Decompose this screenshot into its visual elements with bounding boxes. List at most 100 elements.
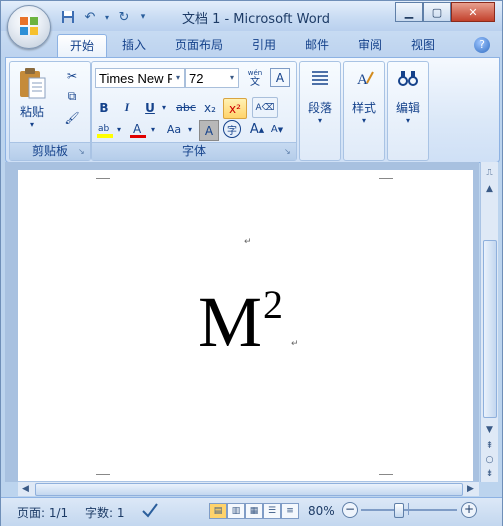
- font-name-dropdown-icon[interactable]: ▾: [172, 69, 184, 87]
- document-text[interactable]: M: [198, 286, 262, 358]
- editing-dropdown-icon: ▾: [405, 116, 410, 125]
- styles-group[interactable]: A 样式 ▾: [343, 61, 385, 161]
- clipboard-launcher-icon[interactable]: ↘: [78, 147, 88, 157]
- paragraph-icon: [312, 71, 328, 85]
- tab-mailings[interactable]: 邮件: [305, 36, 329, 53]
- draft-icon[interactable]: ≡: [281, 503, 299, 519]
- next-page-icon[interactable]: ⇟: [482, 467, 497, 481]
- zoom-slider[interactable]: [361, 509, 457, 511]
- superscript-button[interactable]: x²: [223, 98, 247, 119]
- tab-home[interactable]: 开始: [57, 34, 107, 58]
- word-count[interactable]: 字数: 1: [85, 504, 125, 521]
- status-bar: 页面: 1/1 字数: 1 ▤ ▥ ▦ ☰ ≡ 80% − +: [1, 497, 502, 526]
- margin-mark: [379, 170, 393, 179]
- undo-dropdown-icon[interactable]: ▾: [103, 8, 111, 26]
- paste-button[interactable]: 粘贴 ▾: [14, 64, 50, 136]
- paragraph-button[interactable]: 段落 ▾: [300, 68, 340, 125]
- styles-button[interactable]: A 样式 ▾: [344, 68, 384, 125]
- scroll-right-icon[interactable]: ▶: [463, 482, 478, 496]
- styles-dropdown-icon: ▾: [361, 116, 366, 125]
- horizontal-scrollbar[interactable]: ◀ ▶: [18, 481, 479, 496]
- editing-button[interactable]: 编辑 ▾: [388, 68, 428, 125]
- full-screen-reading-icon[interactable]: ▥: [227, 503, 245, 519]
- grow-font-button[interactable]: A ▲: [248, 120, 266, 139]
- undo-icon[interactable]: ↶: [81, 8, 99, 26]
- save-icon[interactable]: [59, 8, 77, 26]
- horizontal-scroll-thumb[interactable]: [35, 483, 463, 496]
- page-indicator[interactable]: 页面: 1/1: [17, 504, 68, 521]
- window-title: 文档 1 - Microsoft Word: [181, 12, 331, 27]
- tab-references[interactable]: 引用: [252, 36, 276, 53]
- window-controls: ▁ ▢ ✕: [395, 2, 495, 22]
- font-size-combo[interactable]: 72 ▾: [185, 68, 239, 88]
- character-shading-button[interactable]: A: [199, 120, 219, 141]
- zoom-in-icon[interactable]: +: [461, 502, 477, 518]
- proofing-icon[interactable]: [141, 501, 159, 522]
- scroll-left-icon[interactable]: ◀: [18, 482, 33, 496]
- tab-insert[interactable]: 插入: [122, 36, 146, 53]
- enclose-characters-button[interactable]: 字: [223, 120, 241, 138]
- zoom-slider-thumb[interactable]: [394, 503, 404, 518]
- word-window: ↶ ▾ ↻ ▾ 文档 1 - Microsoft Word ▁ ▢ ✕ 开始 插…: [0, 0, 503, 526]
- styles-label: 样式: [351, 101, 376, 115]
- underline-dropdown-icon[interactable]: ▾: [160, 98, 168, 117]
- italic-button[interactable]: I: [118, 98, 136, 117]
- font-name-combo[interactable]: Times New F ▾: [95, 68, 185, 88]
- tab-review[interactable]: 审阅: [358, 36, 382, 53]
- binoculars-icon: [398, 71, 418, 86]
- shrink-font-button[interactable]: A ▼: [268, 120, 286, 139]
- office-button[interactable]: [7, 5, 51, 49]
- document-superscript-text[interactable]: 2: [263, 285, 283, 325]
- highlight-dropdown-icon[interactable]: ▾: [115, 120, 123, 139]
- highlight-button[interactable]: ab: [95, 120, 115, 139]
- vertical-scrollbar[interactable]: ⎍ ▲ ▼ ⇞ ○ ⇟: [480, 162, 498, 482]
- paragraph-label: 段落: [307, 101, 332, 115]
- browse-object-icon[interactable]: ○: [482, 453, 497, 467]
- outline-icon[interactable]: ☰: [263, 503, 281, 519]
- redo-icon[interactable]: ↻: [115, 8, 133, 26]
- cut-icon[interactable]: ✂: [62, 66, 82, 85]
- font-launcher-icon[interactable]: ↘: [284, 147, 294, 157]
- styles-icon: A: [357, 71, 374, 88]
- shrink-font-label: A: [270, 124, 278, 135]
- font-color-icon: A: [130, 122, 146, 138]
- scroll-up-icon[interactable]: ▲: [482, 182, 497, 196]
- customize-qat-icon[interactable]: ▾: [137, 8, 149, 26]
- character-border-button[interactable]: A: [270, 68, 290, 87]
- phonetic-guide-button[interactable]: wén 文: [243, 68, 267, 88]
- copy-icon[interactable]: ⧉: [62, 87, 82, 106]
- zoom-level[interactable]: 80%: [308, 504, 335, 518]
- bold-button[interactable]: B: [95, 98, 113, 117]
- print-layout-icon[interactable]: ▤: [209, 503, 227, 519]
- tab-view[interactable]: 视图: [411, 36, 435, 53]
- paste-dropdown-icon: ▾: [29, 120, 34, 129]
- font-color-dropdown-icon[interactable]: ▾: [149, 120, 157, 139]
- vertical-scroll-thumb[interactable]: [483, 240, 497, 418]
- previous-page-icon[interactable]: ⇞: [482, 439, 497, 453]
- ruler-toggle-icon[interactable]: ⎍: [482, 166, 497, 180]
- tab-page-layout[interactable]: 页面布局: [175, 36, 223, 53]
- strikethrough-button[interactable]: abc: [174, 98, 198, 117]
- help-icon[interactable]: ?: [474, 37, 490, 53]
- change-case-dropdown-icon[interactable]: ▾: [186, 120, 194, 139]
- font-size-dropdown-icon[interactable]: ▾: [226, 69, 238, 87]
- editing-group[interactable]: 编辑 ▾: [387, 61, 429, 161]
- paste-label: 粘贴: [19, 105, 44, 119]
- zoom-slider-center-tick: [408, 503, 409, 515]
- zoom-out-icon[interactable]: −: [342, 502, 358, 518]
- maximize-button[interactable]: ▢: [423, 2, 451, 22]
- subscript-button[interactable]: x₂: [200, 98, 220, 117]
- web-layout-icon[interactable]: ▦: [245, 503, 263, 519]
- scroll-down-icon[interactable]: ▼: [482, 423, 497, 437]
- highlight-icon: ab: [97, 124, 113, 138]
- change-case-button[interactable]: Aa: [162, 120, 186, 139]
- format-painter-icon[interactable]: 🖌: [62, 108, 82, 127]
- clear-formatting-icon[interactable]: A⌫: [252, 97, 278, 118]
- close-button[interactable]: ✕: [451, 2, 495, 22]
- underline-button[interactable]: U: [141, 98, 159, 117]
- paragraph-group[interactable]: 段落 ▾: [299, 61, 341, 161]
- phonetic-label: 文: [250, 76, 260, 88]
- minimize-button[interactable]: ▁: [395, 2, 423, 22]
- grow-font-label: A: [249, 122, 259, 137]
- font-color-button[interactable]: A: [128, 120, 148, 139]
